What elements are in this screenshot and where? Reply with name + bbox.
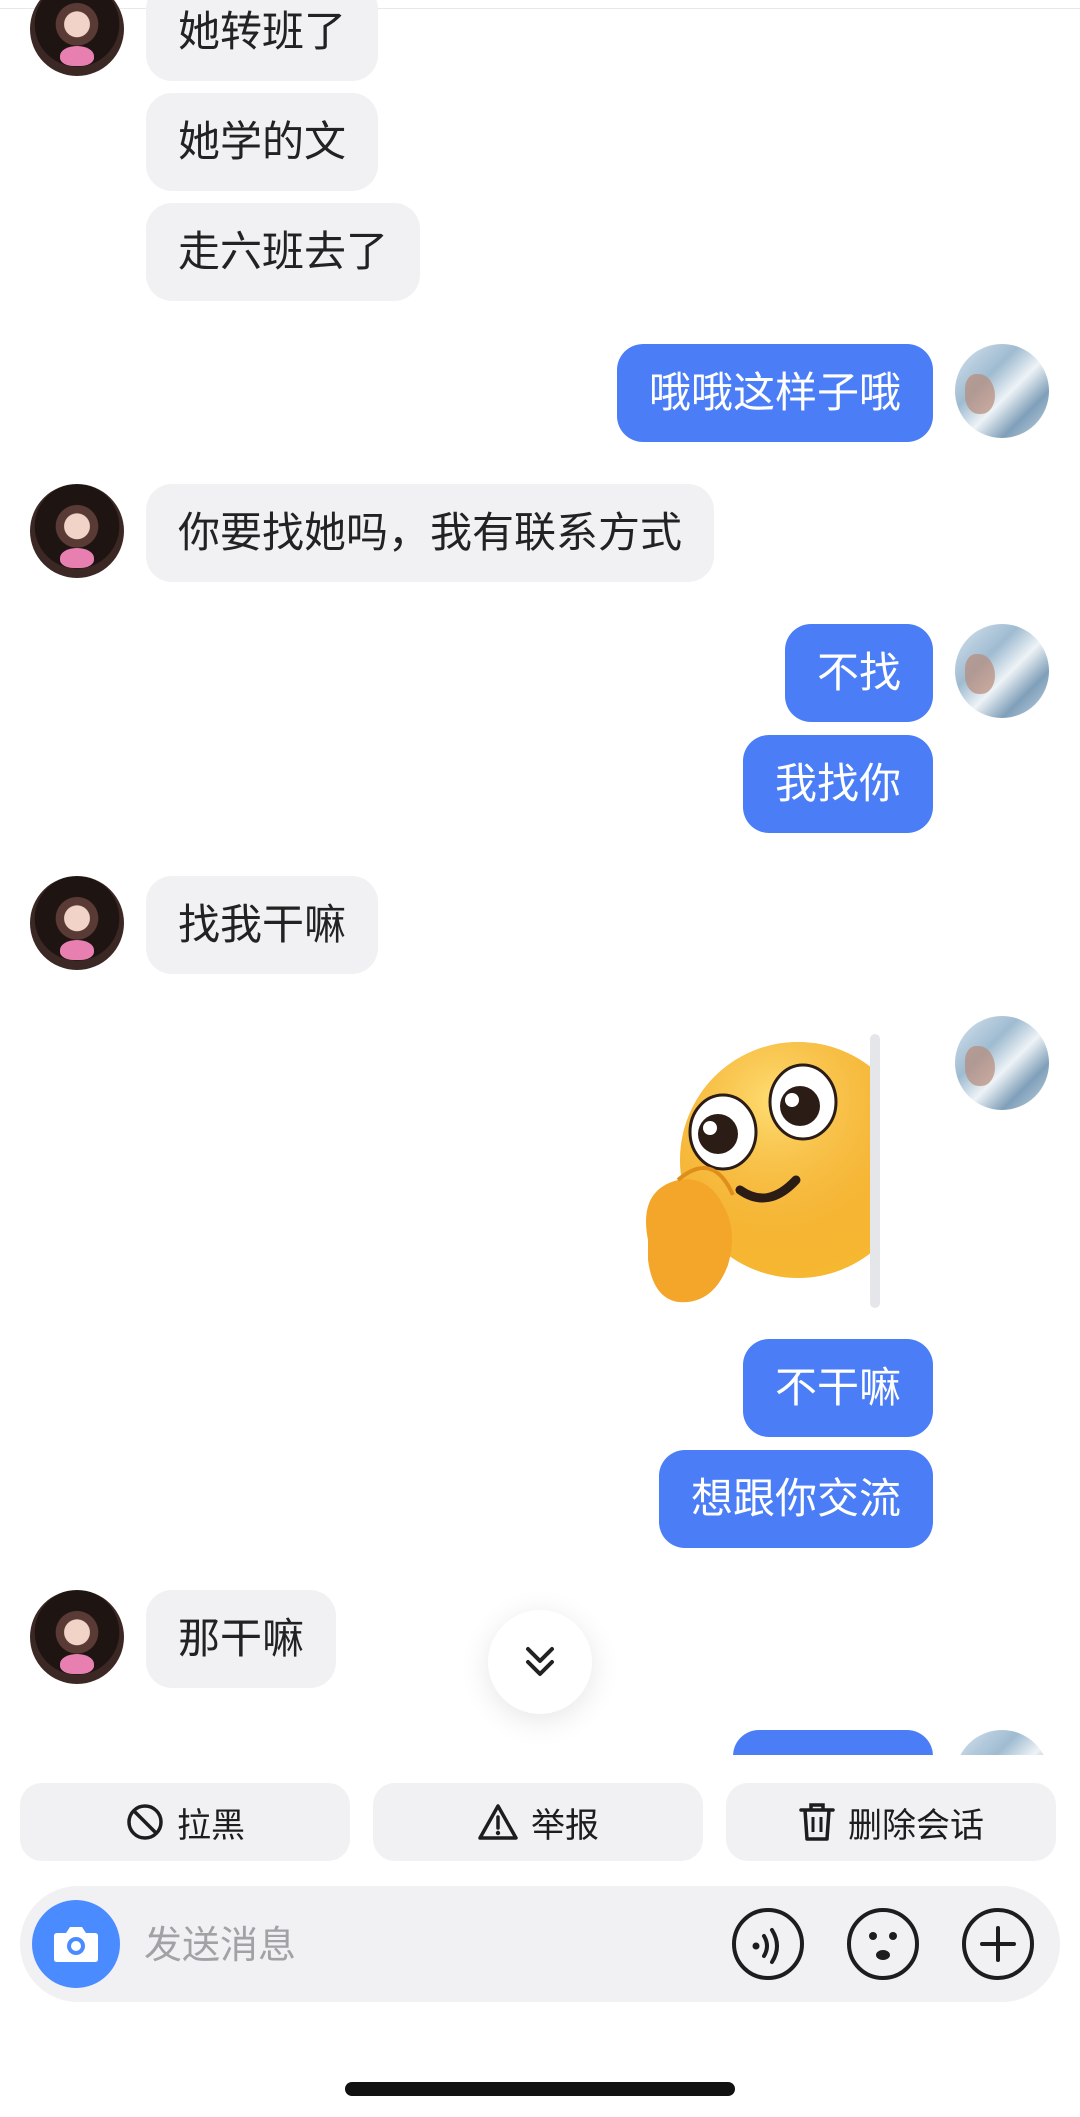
- emoji-icon[interactable]: [845, 1906, 921, 1982]
- my-avatar[interactable]: [955, 1730, 1049, 1755]
- conversation-actions: 拉黑 举报 删除会话: [0, 1770, 1080, 1861]
- block-button[interactable]: 拉黑: [20, 1783, 350, 1861]
- contact-avatar[interactable]: [30, 0, 124, 76]
- voice-icon[interactable]: [730, 1906, 806, 1982]
- message-input-bar: [20, 1886, 1060, 2004]
- message-list[interactable]: 她转班了 她学的文 走六班去了 哦哦这样子哦 你要找她吗，我有联系方式 不找 我…: [0, 0, 1080, 1755]
- report-button[interactable]: 举报: [373, 1783, 703, 1861]
- message-bubble-sent[interactable]: 不找: [784, 624, 933, 722]
- delete-label: 删除会话: [848, 1805, 984, 1846]
- report-label: 举报: [531, 1805, 599, 1846]
- plus-icon[interactable]: [960, 1906, 1036, 1982]
- message-bubble-received[interactable]: 她转班了: [146, 0, 379, 81]
- peeking-smiley-sticker[interactable]: [638, 1030, 888, 1310]
- contact-avatar[interactable]: [30, 1590, 124, 1684]
- message-bubble-received[interactable]: 那干嘛: [146, 1590, 337, 1688]
- delete-conversation-button[interactable]: 删除会话: [726, 1783, 1056, 1861]
- scroll-to-bottom-button[interactable]: [488, 1610, 592, 1714]
- message-bubble-received[interactable]: 找我干嘛: [146, 876, 379, 974]
- warning-icon: [478, 1804, 518, 1840]
- message-bubble-sent-partial[interactable]: [733, 1730, 933, 1755]
- contact-avatar[interactable]: [30, 484, 124, 578]
- message-bubble-sent[interactable]: 想跟你交流: [658, 1450, 933, 1548]
- my-avatar[interactable]: [955, 624, 1049, 718]
- chat-screen: 她转班了 她学的文 走六班去了 哦哦这样子哦 你要找她吗，我有联系方式 不找 我…: [0, 0, 1080, 2117]
- block-label: 拉黑: [177, 1805, 245, 1846]
- my-avatar[interactable]: [955, 1016, 1049, 1110]
- block-icon: [127, 1804, 163, 1840]
- message-bubble-received[interactable]: 你要找她吗，我有联系方式: [146, 484, 715, 582]
- message-bubble-sent[interactable]: 不干嘛: [742, 1339, 933, 1437]
- my-avatar[interactable]: [955, 344, 1049, 438]
- message-input[interactable]: [142, 1886, 706, 2004]
- camera-icon: [54, 1927, 98, 1962]
- trash-icon: [799, 1803, 835, 1841]
- contact-avatar[interactable]: [30, 876, 124, 970]
- camera-button[interactable]: [32, 1900, 120, 1988]
- message-bubble-sent[interactable]: 哦哦这样子哦: [616, 344, 933, 442]
- message-bubble-received[interactable]: 走六班去了: [146, 203, 421, 301]
- double-chevron-down-icon: [526, 1647, 554, 1676]
- message-bubble-sent[interactable]: 我找你: [742, 735, 933, 833]
- message-bubble-received[interactable]: 她学的文: [146, 93, 379, 191]
- home-indicator[interactable]: [345, 2082, 735, 2096]
